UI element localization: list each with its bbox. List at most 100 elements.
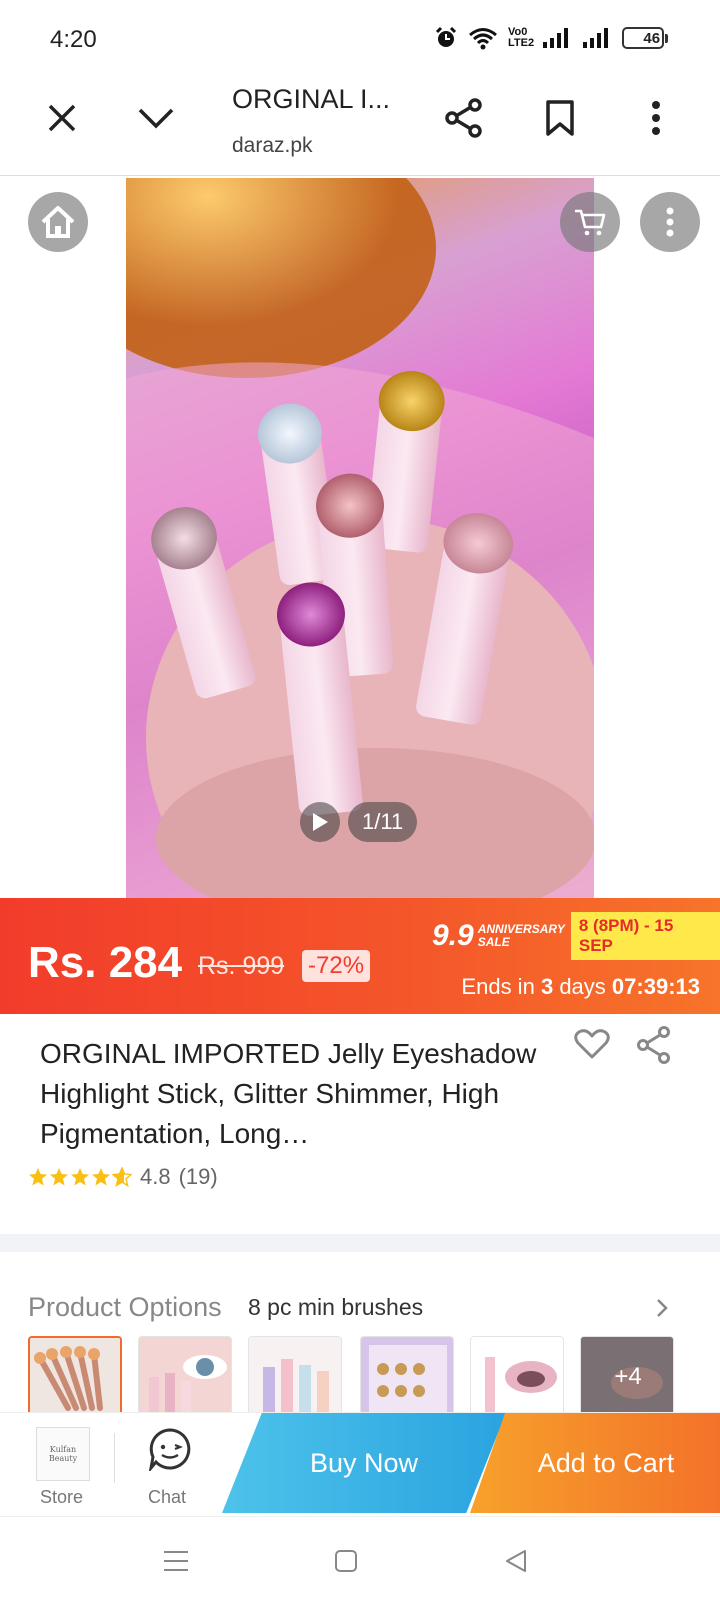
system-navigation-bar — [0, 1516, 720, 1604]
option-thumbnail[interactable] — [360, 1336, 454, 1420]
countdown-timer: 07:39:13 — [611, 974, 700, 999]
sale-word-2: SALE — [477, 935, 510, 949]
options-label: Product Options — [28, 1292, 222, 1322]
home-square-icon — [335, 1550, 357, 1572]
share-icon — [445, 98, 482, 138]
review-count: (19) — [178, 1164, 218, 1189]
chevron-right-icon — [657, 1299, 668, 1317]
eyeshadow-look-image — [471, 1337, 563, 1419]
status-bar: 4:20 Vo0 LTE2 46 — [0, 0, 720, 80]
option-thumbnail[interactable] — [470, 1336, 564, 1420]
current-price: Rs. 284 — [28, 938, 183, 987]
signal-icon-2 — [583, 28, 608, 48]
sale-word-1: ANNIVERSARY — [477, 922, 565, 936]
status-time: 4:20 — [50, 26, 97, 53]
gallery-more-button[interactable] — [640, 192, 700, 252]
option-thumbnail[interactable] — [248, 1336, 342, 1420]
brushes-image — [30, 1338, 120, 1418]
star-half-icon — [112, 1167, 132, 1187]
original-price: Rs. 999 — [198, 952, 285, 980]
cart-button[interactable] — [560, 192, 620, 252]
product-gallery[interactable]: 1/11 — [0, 178, 720, 898]
product-title: ORGINAL IMPORTED Jelly Eyeshadow Highlig… — [40, 1038, 537, 1149]
price-banner: 9.9 ANNIVERSARY SALE 8 (8PM) - 15 SEP Rs.… — [0, 898, 720, 1014]
cart-icon — [575, 209, 606, 236]
sticks-image — [249, 1337, 341, 1419]
product-image[interactable] — [126, 178, 594, 898]
browser-toolbar: ORGINAL I... daraz.pk — [0, 80, 720, 176]
product-share-button[interactable] — [636, 1026, 672, 1069]
sale-campaign: 9.9 ANNIVERSARY SALE 8 (8PM) - 15 SEP — [432, 912, 720, 960]
discount-badge: -72% — [302, 950, 371, 982]
network-label: Vo0 LTE2 — [508, 26, 535, 49]
store-logo-text: Kulfan Beauty — [48, 1445, 78, 1463]
sale-countdown: Ends in 3 days 07:39:13 — [461, 974, 700, 1000]
back-icon — [506, 1550, 526, 1572]
browser-menu-button[interactable] — [632, 94, 680, 142]
sale-dates: 8 (8PM) - 15 SEP — [570, 912, 720, 960]
chevron-down-icon — [138, 108, 174, 129]
home-icon — [41, 206, 75, 238]
chat-label: Chat — [148, 1487, 187, 1507]
star-icon — [50, 1168, 68, 1186]
option-thumbnail[interactable] — [28, 1336, 122, 1420]
options-selected-value: 8 pc min brushes — [248, 1294, 424, 1320]
page-url: daraz.pk — [232, 134, 313, 157]
store-button[interactable]: Kulfan Beauty Store — [30, 1413, 96, 1513]
star-rating — [28, 1167, 132, 1187]
bookmark-icon — [546, 100, 574, 136]
more-options-thumbnail[interactable]: +4 — [580, 1336, 674, 1420]
buy-now-button[interactable]: Buy Now — [222, 1413, 506, 1513]
countdown-days-word: days — [559, 974, 606, 999]
wifi-icon — [469, 28, 497, 50]
divider — [114, 1433, 115, 1483]
alarm-icon — [435, 26, 457, 47]
battery-icon: 46 — [622, 27, 668, 49]
product-options[interactable]: Product Options 8 pc min brushes +4 — [0, 1252, 720, 1420]
collapse-button[interactable] — [132, 94, 180, 142]
menu-icon — [164, 1551, 188, 1571]
screen: 4:20 Vo0 LTE2 46 ORGINAL I... daraz.pk 1… — [0, 0, 720, 1604]
add-to-cart-button[interactable]: Add to Cart — [470, 1413, 720, 1513]
eye-model-image — [139, 1337, 231, 1419]
close-icon — [48, 104, 76, 132]
share-icon — [637, 1026, 670, 1064]
countdown-days: 3 — [540, 974, 554, 999]
more-vert-icon — [666, 207, 674, 237]
product-info: ORGINAL IMPORTED Jelly Eyeshadow Highlig… — [0, 1014, 720, 1234]
image-counter: 1/11 — [348, 802, 418, 842]
bookmark-button[interactable] — [536, 94, 584, 142]
star-icon — [29, 1168, 47, 1186]
close-button[interactable] — [38, 94, 86, 142]
play-video-button[interactable] — [300, 802, 340, 842]
options-expand[interactable] — [656, 1298, 668, 1323]
more-options-count: +4 — [614, 1363, 642, 1390]
home-button[interactable] — [28, 192, 88, 252]
bottom-action-bar: Kulfan Beauty Store Chat Buy Now Add to … — [0, 1412, 720, 1516]
store-label: Store — [40, 1487, 84, 1507]
recent-apps-button[interactable] — [156, 1541, 196, 1581]
system-home-button[interactable] — [326, 1541, 366, 1581]
rating-value: 4.8 — [140, 1164, 171, 1189]
countdown-prefix: Ends in — [461, 974, 535, 999]
wishlist-button[interactable] — [574, 1028, 610, 1065]
star-icon — [71, 1168, 89, 1186]
play-icon — [313, 813, 328, 831]
store-logo: Kulfan Beauty — [36, 1427, 90, 1481]
heart-icon — [574, 1029, 610, 1059]
status-icons: Vo0 LTE2 46 — [434, 26, 668, 50]
signal-icon — [543, 28, 568, 48]
sale-word: ANNIVERSARY SALE — [478, 923, 565, 949]
share-button[interactable] — [440, 94, 488, 142]
more-vert-icon — [652, 101, 660, 135]
system-back-button[interactable] — [496, 1541, 536, 1581]
chat-icon — [148, 1428, 191, 1471]
page-title: ORGINAL I... — [232, 84, 391, 114]
star-icon — [92, 1168, 110, 1186]
colors-chart-image — [361, 1337, 453, 1419]
option-thumbnail[interactable] — [138, 1336, 232, 1420]
rating-row[interactable]: 4.8 (19) — [28, 1164, 218, 1190]
product-photo-illustration — [126, 178, 594, 898]
chat-button[interactable]: Chat — [140, 1413, 200, 1513]
section-divider — [0, 1234, 720, 1252]
